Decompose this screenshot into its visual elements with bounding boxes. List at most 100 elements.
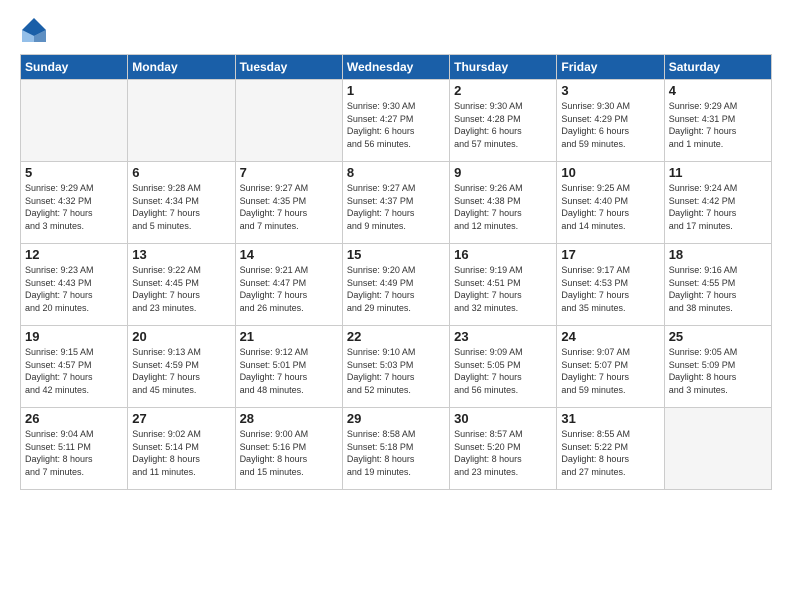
weekday-header-saturday: Saturday [664, 55, 771, 80]
calendar-cell: 8 Sunrise: 9:27 AM Sunset: 4:37 PM Daylig… [342, 162, 449, 244]
day-number: 30 [454, 411, 552, 426]
day-info: Sunrise: 8:55 AM Sunset: 5:22 PM Dayligh… [561, 428, 659, 478]
day-number: 6 [132, 165, 230, 180]
calendar-cell: 25Sunrise: 9:05 AM Sunset: 5:09 PM Dayli… [664, 326, 771, 408]
calendar-cell: 14 Sunrise: 9:21 AM Sunset: 4:47 PM Dayli… [235, 244, 342, 326]
week-row-1: 5 Sunrise: 9:29 AM Sunset: 4:32 PM Daylig… [21, 162, 772, 244]
day-number: 14 [240, 247, 338, 262]
day-info: Sunrise: 9:02 AM Sunset: 5:14 PM Dayligh… [132, 428, 230, 478]
day-info: Sunrise: 9:29 AM Sunset: 4:32 PM Dayligh… [25, 182, 123, 232]
day-info: Sunrise: 9:22 AM Sunset: 4:45 PM Dayligh… [132, 264, 230, 314]
day-number: 21 [240, 329, 338, 344]
calendar-cell: 13 Sunrise: 9:22 AM Sunset: 4:45 PM Dayli… [128, 244, 235, 326]
day-number: 13 [132, 247, 230, 262]
calendar-cell: 21 Sunrise: 9:12 AM Sunset: 5:01 PM Dayli… [235, 326, 342, 408]
day-info: Sunrise: 9:00 AM Sunset: 5:16 PM Dayligh… [240, 428, 338, 478]
calendar-cell: 9 Sunrise: 9:26 AM Sunset: 4:38 PM Daylig… [450, 162, 557, 244]
day-info: Sunrise: 9:28 AM Sunset: 4:34 PM Dayligh… [132, 182, 230, 232]
calendar-cell: 30 Sunrise: 8:57 AM Sunset: 5:20 PM Dayli… [450, 408, 557, 490]
day-info: Sunrise: 9:25 AM Sunset: 4:40 PM Dayligh… [561, 182, 659, 232]
day-number: 22 [347, 329, 445, 344]
logo-icon [20, 16, 48, 44]
day-info: Sunrise: 8:57 AM Sunset: 5:20 PM Dayligh… [454, 428, 552, 478]
day-number: 1 [347, 83, 445, 98]
day-number: 17 [561, 247, 659, 262]
day-info: Sunrise: 9:24 AM Sunset: 4:42 PM Dayligh… [669, 182, 767, 232]
calendar-cell: 24 Sunrise: 9:07 AM Sunset: 5:07 PM Dayli… [557, 326, 664, 408]
day-number: 27 [132, 411, 230, 426]
calendar-cell: 31Sunrise: 8:55 AM Sunset: 5:22 PM Dayli… [557, 408, 664, 490]
calendar-cell: 12 Sunrise: 9:23 AM Sunset: 4:43 PM Dayli… [21, 244, 128, 326]
day-info: Sunrise: 9:21 AM Sunset: 4:47 PM Dayligh… [240, 264, 338, 314]
day-info: Sunrise: 9:05 AM Sunset: 5:09 PM Dayligh… [669, 346, 767, 396]
day-info: Sunrise: 9:04 AM Sunset: 5:11 PM Dayligh… [25, 428, 123, 478]
calendar-cell [235, 80, 342, 162]
header [20, 16, 772, 44]
calendar: SundayMondayTuesdayWednesdayThursdayFrid… [20, 54, 772, 490]
day-number: 5 [25, 165, 123, 180]
day-number: 18 [669, 247, 767, 262]
weekday-header-sunday: Sunday [21, 55, 128, 80]
weekday-header-friday: Friday [557, 55, 664, 80]
calendar-cell: 3Sunrise: 9:30 AM Sunset: 4:29 PM Daylig… [557, 80, 664, 162]
day-info: Sunrise: 9:07 AM Sunset: 5:07 PM Dayligh… [561, 346, 659, 396]
day-info: Sunrise: 9:13 AM Sunset: 4:59 PM Dayligh… [132, 346, 230, 396]
calendar-cell [664, 408, 771, 490]
calendar-cell [21, 80, 128, 162]
calendar-cell: 1 Sunrise: 9:30 AM Sunset: 4:27 PM Daylig… [342, 80, 449, 162]
day-number: 23 [454, 329, 552, 344]
day-info: Sunrise: 9:30 AM Sunset: 4:28 PM Dayligh… [454, 100, 552, 150]
week-row-2: 12 Sunrise: 9:23 AM Sunset: 4:43 PM Dayli… [21, 244, 772, 326]
calendar-cell: 17 Sunrise: 9:17 AM Sunset: 4:53 PM Dayli… [557, 244, 664, 326]
weekday-header-thursday: Thursday [450, 55, 557, 80]
day-info: Sunrise: 9:29 AM Sunset: 4:31 PM Dayligh… [669, 100, 767, 150]
week-row-3: 19 Sunrise: 9:15 AM Sunset: 4:57 PM Dayli… [21, 326, 772, 408]
day-number: 16 [454, 247, 552, 262]
day-number: 12 [25, 247, 123, 262]
weekday-header-wednesday: Wednesday [342, 55, 449, 80]
calendar-cell: 27 Sunrise: 9:02 AM Sunset: 5:14 PM Dayli… [128, 408, 235, 490]
calendar-cell: 23Sunrise: 9:09 AM Sunset: 5:05 PM Dayli… [450, 326, 557, 408]
day-number: 29 [347, 411, 445, 426]
calendar-cell: 5 Sunrise: 9:29 AM Sunset: 4:32 PM Daylig… [21, 162, 128, 244]
day-info: Sunrise: 9:16 AM Sunset: 4:55 PM Dayligh… [669, 264, 767, 314]
day-number: 4 [669, 83, 767, 98]
weekday-header-tuesday: Tuesday [235, 55, 342, 80]
day-info: Sunrise: 9:27 AM Sunset: 4:37 PM Dayligh… [347, 182, 445, 232]
day-number: 8 [347, 165, 445, 180]
day-number: 9 [454, 165, 552, 180]
day-info: Sunrise: 9:23 AM Sunset: 4:43 PM Dayligh… [25, 264, 123, 314]
calendar-cell: 22Sunrise: 9:10 AM Sunset: 5:03 PM Dayli… [342, 326, 449, 408]
day-info: Sunrise: 9:26 AM Sunset: 4:38 PM Dayligh… [454, 182, 552, 232]
day-info: Sunrise: 9:27 AM Sunset: 4:35 PM Dayligh… [240, 182, 338, 232]
day-number: 26 [25, 411, 123, 426]
calendar-cell: 11 Sunrise: 9:24 AM Sunset: 4:42 PM Dayli… [664, 162, 771, 244]
calendar-cell: 10 Sunrise: 9:25 AM Sunset: 4:40 PM Dayli… [557, 162, 664, 244]
calendar-cell: 2 Sunrise: 9:30 AM Sunset: 4:28 PM Daylig… [450, 80, 557, 162]
calendar-cell: 29 Sunrise: 8:58 AM Sunset: 5:18 PM Dayli… [342, 408, 449, 490]
calendar-cell: 20Sunrise: 9:13 AM Sunset: 4:59 PM Dayli… [128, 326, 235, 408]
day-info: Sunrise: 9:20 AM Sunset: 4:49 PM Dayligh… [347, 264, 445, 314]
day-number: 15 [347, 247, 445, 262]
day-info: Sunrise: 9:30 AM Sunset: 4:27 PM Dayligh… [347, 100, 445, 150]
day-info: Sunrise: 9:15 AM Sunset: 4:57 PM Dayligh… [25, 346, 123, 396]
calendar-cell: 16Sunrise: 9:19 AM Sunset: 4:51 PM Dayli… [450, 244, 557, 326]
calendar-cell: 6 Sunrise: 9:28 AM Sunset: 4:34 PM Daylig… [128, 162, 235, 244]
day-number: 2 [454, 83, 552, 98]
day-info: Sunrise: 9:12 AM Sunset: 5:01 PM Dayligh… [240, 346, 338, 396]
calendar-cell: 7Sunrise: 9:27 AM Sunset: 4:35 PM Daylig… [235, 162, 342, 244]
day-number: 19 [25, 329, 123, 344]
calendar-cell: 19 Sunrise: 9:15 AM Sunset: 4:57 PM Dayli… [21, 326, 128, 408]
week-row-4: 26 Sunrise: 9:04 AM Sunset: 5:11 PM Dayli… [21, 408, 772, 490]
weekday-header-monday: Monday [128, 55, 235, 80]
day-info: Sunrise: 8:58 AM Sunset: 5:18 PM Dayligh… [347, 428, 445, 478]
day-number: 28 [240, 411, 338, 426]
page: SundayMondayTuesdayWednesdayThursdayFrid… [0, 0, 792, 612]
day-number: 11 [669, 165, 767, 180]
day-info: Sunrise: 9:30 AM Sunset: 4:29 PM Dayligh… [561, 100, 659, 150]
calendar-cell: 26 Sunrise: 9:04 AM Sunset: 5:11 PM Dayli… [21, 408, 128, 490]
weekday-header-row: SundayMondayTuesdayWednesdayThursdayFrid… [21, 55, 772, 80]
day-number: 10 [561, 165, 659, 180]
day-info: Sunrise: 9:17 AM Sunset: 4:53 PM Dayligh… [561, 264, 659, 314]
day-number: 24 [561, 329, 659, 344]
